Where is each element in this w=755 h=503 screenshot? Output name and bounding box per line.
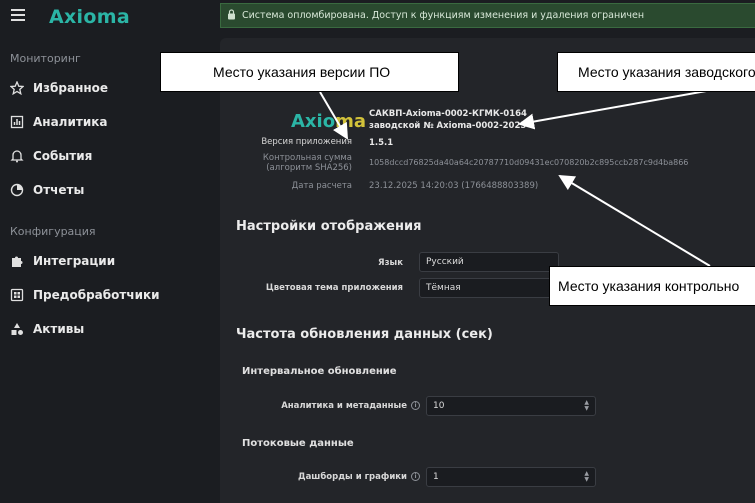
sidebar-item-favorites[interactable]: Избранное [10, 77, 108, 99]
info-icon[interactable]: i [411, 401, 420, 410]
sealed-status-banner: Система опломбирована. Доступ к функциям… [220, 3, 755, 28]
info-icon[interactable]: i [411, 472, 420, 481]
section-configuration-title: Конфигурация [10, 225, 96, 238]
calc-date-label: Дата расчета [291, 181, 352, 191]
chart-icon [10, 115, 24, 129]
bell-icon [10, 149, 24, 163]
language-select-value: Русский [426, 257, 464, 267]
theme-select[interactable]: Тёмная [419, 278, 559, 298]
shapes-icon [10, 322, 24, 336]
sidebar-item-preprocessors[interactable]: Предобработчики [10, 284, 160, 306]
language-label: Язык [378, 258, 403, 268]
dashboards-stepper-value: 1 [433, 472, 439, 482]
sidebar-item-label: Аналитика [33, 115, 108, 129]
sidebar-item-analytics[interactable]: Аналитика [10, 111, 107, 133]
display-settings-title: Настройки отображения [236, 219, 422, 234]
sidebar-item-label: Отчеты [33, 183, 85, 197]
refresh-title: Частота обновления данных (сек) [236, 327, 493, 342]
sidebar-item-events[interactable]: События [10, 145, 92, 167]
about-logo: Axioma [291, 111, 366, 132]
sidebar-item-integrations[interactable]: Интеграции [10, 250, 115, 272]
sidebar-item-label: Избранное [33, 81, 109, 95]
stepper-arrows-icon[interactable]: ▲ ▼ [584, 400, 589, 412]
product-name: САКВП-Axioma-0002-КГМК-0164 [369, 109, 527, 119]
processor-icon [10, 288, 24, 302]
stream-title: Потоковые данные [242, 438, 354, 449]
callout-serial: Место указания заводского [557, 52, 755, 92]
analytics-stepper-value: 10 [433, 401, 445, 411]
dashboards-label-text: Дашборды и графики [298, 472, 407, 482]
pie-icon [10, 183, 24, 197]
checksum-label-line2: (алгоритм SHA256) [266, 163, 352, 173]
language-select[interactable]: Русский [419, 252, 559, 272]
banner-text: Система опломбирована. Доступ к функциям… [242, 10, 645, 21]
stepper-arrows-icon[interactable]: ▲ ▼ [584, 471, 589, 483]
sidebar-item-label: Активы [33, 322, 85, 336]
checksum-value: 1058dccd76825da40a64c20787710d09431ec070… [369, 158, 689, 167]
calc-date-value: 23.12.2025 14:20:03 (1766488803389) [369, 181, 539, 191]
callout-checksum: Место указания контрольно [549, 266, 755, 306]
puzzle-icon [10, 254, 24, 268]
theme-select-value: Тёмная [426, 283, 461, 293]
sidebar-item-label: Предобработчики [33, 288, 160, 302]
lock-icon [227, 8, 236, 23]
logo-text-part2: oma [83, 6, 130, 28]
about-logo-part1: Axio [291, 111, 336, 132]
version-label: Версия приложения [261, 137, 352, 147]
app-logo[interactable]: Axioma [49, 6, 130, 28]
interval-title: Интервальное обновление [242, 366, 397, 377]
callout-version: Место указания версии ПО [160, 52, 459, 92]
about-logo-part2: ma [335, 111, 366, 132]
serial-number: заводской № Axioma-0002-2025 [369, 121, 527, 131]
sidebar-item-assets[interactable]: Активы [10, 318, 84, 340]
analytics-stepper[interactable]: 10 ▲ ▼ [426, 396, 596, 416]
menu-icon[interactable] [11, 9, 25, 21]
sidebar-item-reports[interactable]: Отчеты [10, 179, 84, 201]
section-monitoring-title: Мониторинг [10, 52, 81, 65]
version-value: 1.5.1 [369, 138, 394, 148]
logo-text-part1: Axi [49, 6, 84, 28]
star-icon [10, 81, 24, 95]
theme-label: Цветовая тема приложения [265, 283, 403, 293]
dashboards-label: Дашборды и графики i [260, 472, 420, 482]
sidebar-item-label: Интеграции [33, 254, 116, 268]
analytics-label: Аналитика и метаданные i [260, 401, 420, 411]
checksum-label-line1: Контрольная сумма [262, 153, 352, 163]
sidebar-item-label: События [33, 149, 93, 163]
dashboards-stepper[interactable]: 1 ▲ ▼ [426, 467, 596, 487]
analytics-label-text: Аналитика и метаданные [281, 401, 407, 411]
